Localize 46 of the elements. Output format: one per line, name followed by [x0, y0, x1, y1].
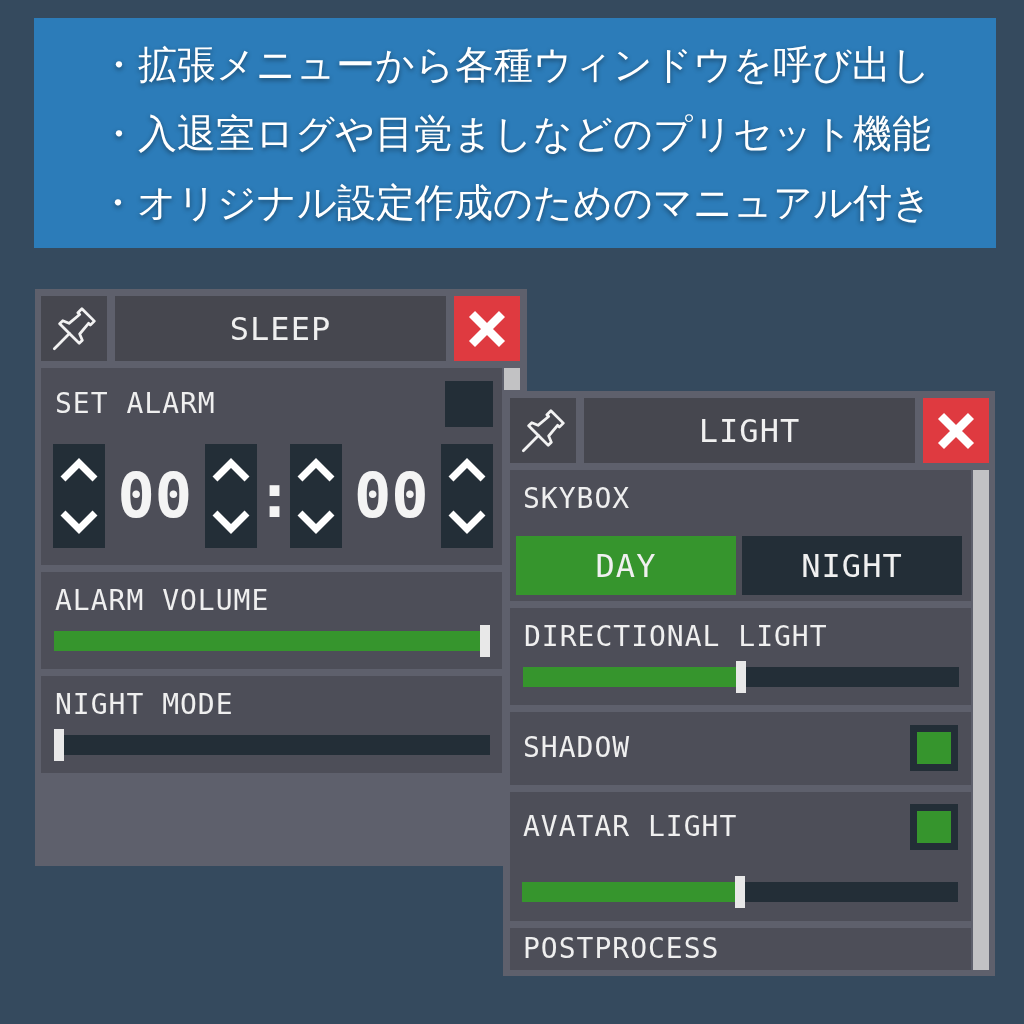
slider-track[interactable] — [54, 729, 490, 761]
close-icon — [936, 410, 976, 451]
section-label: AVATAR LIGHT — [523, 812, 738, 842]
slider-track[interactable] — [523, 661, 959, 693]
time-separator: : — [256, 464, 290, 528]
feature-line: ・入退室ログや目覚ましなどのプリセット機能 — [99, 109, 931, 158]
section-label: SKYBOX — [523, 484, 631, 514]
chevron-down-icon — [59, 509, 99, 535]
slider-track[interactable] — [522, 876, 958, 908]
pin-icon — [521, 408, 565, 453]
section-label: ALARM VOLUME — [55, 586, 270, 616]
chevron-down-icon — [210, 509, 251, 535]
chevron-down-icon — [295, 509, 336, 535]
window-title: SLEEP — [115, 296, 446, 361]
chevron-down-icon — [447, 509, 487, 535]
chevron-up-icon — [59, 457, 99, 483]
section-label: POSTPROCESS — [523, 934, 720, 964]
window-title: LIGHT — [584, 398, 915, 463]
close-button[interactable] — [923, 398, 989, 463]
close-icon — [467, 308, 507, 349]
feature-line: ・拡張メニューから各種ウィンドウを呼び出し — [99, 40, 931, 89]
chevron-up-icon — [210, 457, 251, 483]
slider-track[interactable] — [54, 625, 490, 657]
checkbox[interactable] — [910, 725, 958, 771]
hours-display: 00 — [117, 464, 193, 528]
slider-thumb[interactable] — [54, 729, 64, 761]
scrollbar-thumb[interactable] — [973, 470, 989, 970]
feature-line: ・オリジナル設定作成のためのマニュアル付き — [98, 178, 932, 227]
pin-icon — [52, 306, 96, 351]
section-label: DIRECTIONAL LIGHT — [524, 622, 828, 652]
slider-thumb[interactable] — [480, 625, 490, 657]
checkbox[interactable] — [445, 381, 493, 427]
section-label: SHADOW — [523, 733, 631, 763]
checkbox[interactable] — [910, 804, 958, 850]
scrollbar-thumb[interactable] — [504, 368, 520, 390]
section-label: SET ALARM — [55, 389, 216, 419]
section-label: NIGHT MODE — [55, 690, 234, 720]
pin-button[interactable] — [41, 296, 107, 361]
toggle-button[interactable]: NIGHT — [742, 536, 962, 595]
pin-button[interactable] — [510, 398, 576, 463]
chevron-up-icon — [447, 457, 487, 483]
close-button[interactable] — [454, 296, 520, 361]
slider-thumb[interactable] — [736, 661, 746, 693]
slider-thumb[interactable] — [735, 876, 745, 908]
chevron-up-icon — [295, 457, 336, 483]
minutes-display: 00 — [353, 464, 429, 528]
